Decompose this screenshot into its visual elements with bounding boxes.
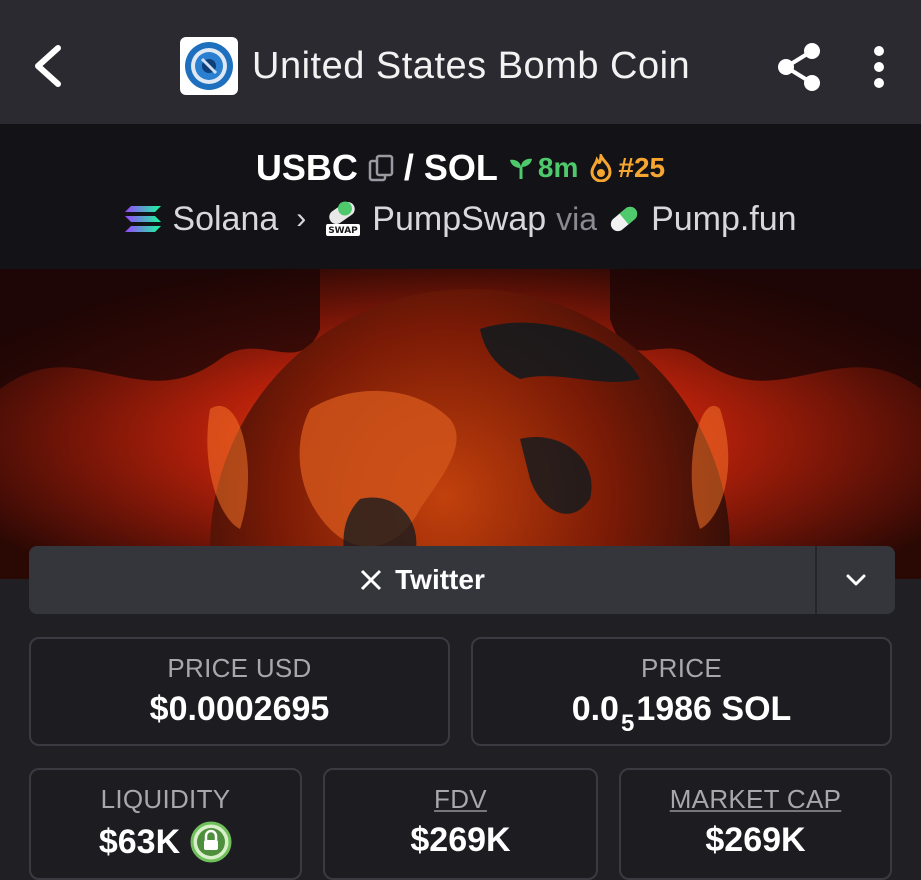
- price-usd-card: PRICE USD $0.0002695: [29, 637, 450, 746]
- solana-icon: [125, 206, 162, 232]
- via-label: via: [556, 200, 598, 237]
- back-button[interactable]: [30, 42, 70, 90]
- launchpad-link[interactable]: Pump.fun: [651, 200, 797, 239]
- rank-text: #25: [618, 152, 666, 183]
- liquidity-card: LIQUIDITY $63K: [29, 768, 302, 880]
- trending-rank: #25: [588, 152, 665, 184]
- page-title: United States Bomb Coin: [252, 44, 691, 87]
- pair-separator: /: [403, 147, 414, 188]
- price-label: PRICE: [641, 653, 722, 683]
- more-vertical-icon: [874, 46, 884, 88]
- lock-icon[interactable]: [190, 821, 232, 863]
- chain-link[interactable]: Solana: [172, 200, 278, 239]
- socials-dropdown-button[interactable]: [815, 546, 895, 614]
- price-zero-count: 5: [620, 709, 635, 737]
- price-usd-value: $0.0002695: [149, 690, 330, 728]
- token-logo: [180, 37, 238, 95]
- token-banner-image: [0, 269, 921, 579]
- flame-icon: [590, 154, 612, 182]
- fdv-value: $269K: [410, 821, 511, 859]
- quote-token: SOL: [423, 147, 498, 188]
- pair-age: 8m: [508, 152, 578, 184]
- pumpswap-icon: SWAP: [326, 201, 361, 236]
- fdv-card[interactable]: FDV $269K: [323, 768, 598, 880]
- chevron-left-icon: [35, 45, 61, 87]
- market-cap-value: $269K: [705, 821, 806, 859]
- fdv-label[interactable]: FDV: [325, 784, 596, 815]
- price-prefix: 0.0: [571, 690, 619, 728]
- social-links-bar: Twitter: [29, 546, 895, 614]
- base-token: USBC: [255, 147, 358, 188]
- market-cap-label[interactable]: MARKET CAP: [621, 784, 890, 815]
- copy-icon[interactable]: [368, 154, 394, 182]
- more-button[interactable]: [868, 44, 890, 90]
- price-suffix: 1986 SOL: [636, 690, 792, 728]
- price-native-value: 0.0 5 1986 SOL: [473, 690, 890, 737]
- pumpfun-icon: [610, 206, 638, 232]
- liquidity-value-row: $63K: [31, 821, 300, 863]
- liquidity-label: LIQUIDITY: [100, 784, 231, 814]
- x-logo-icon: [361, 569, 382, 591]
- share-button[interactable]: [776, 42, 824, 92]
- token-header: United States Bomb Coin: [180, 37, 690, 95]
- top-bar: United States Bomb Coin: [0, 0, 921, 124]
- age-text: 8m: [537, 152, 579, 183]
- market-cap-card[interactable]: MARKET CAP $269K: [619, 768, 892, 880]
- dex-link[interactable]: PumpSwap: [372, 200, 546, 239]
- sprout-icon: [509, 158, 532, 179]
- price-usd-label: PRICE USD: [167, 653, 312, 683]
- route-row: Solana › SWAP PumpSwap via Pump.fun: [0, 197, 921, 241]
- chevron-right-icon: ›: [296, 202, 307, 235]
- svg-text:SWAP: SWAP: [328, 226, 358, 236]
- liquidity-value: $63K: [98, 822, 181, 861]
- pair-row: USBC / SOL 8m #25: [0, 146, 921, 190]
- price-native-card: PRICE 0.0 5 1986 SOL: [471, 637, 892, 746]
- twitter-button[interactable]: Twitter: [29, 546, 815, 614]
- twitter-label: Twitter: [395, 564, 485, 595]
- chevron-down-icon: [846, 574, 866, 586]
- share-icon: [778, 43, 820, 91]
